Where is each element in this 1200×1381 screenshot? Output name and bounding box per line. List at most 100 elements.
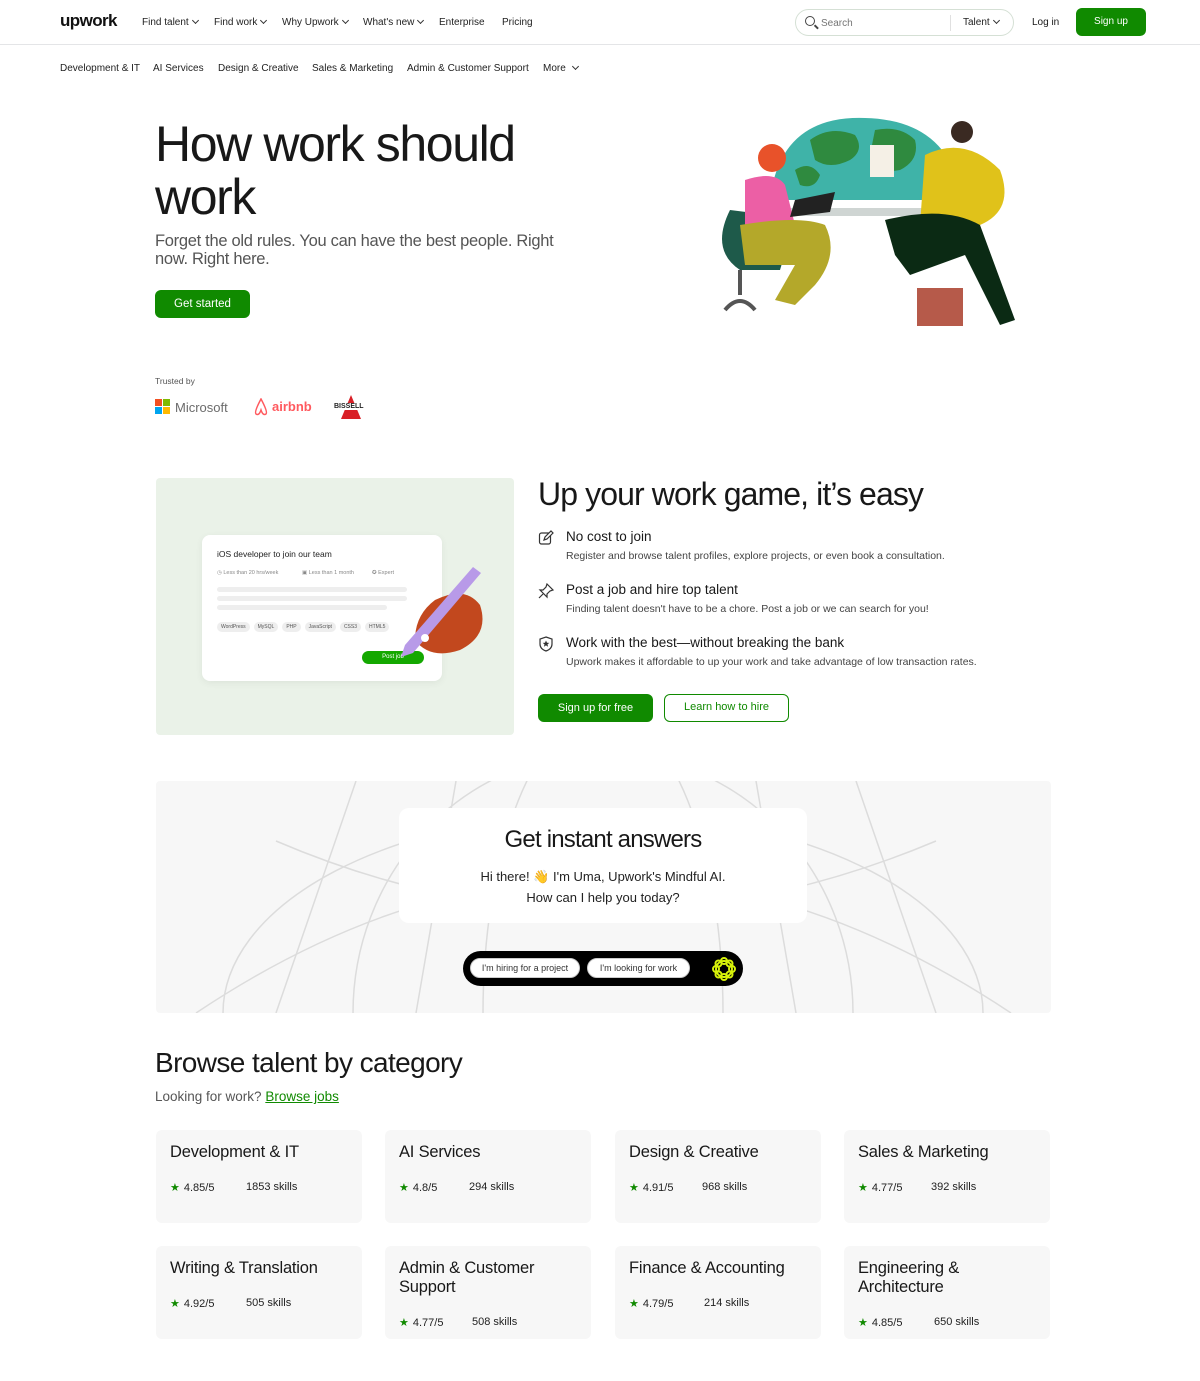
airbnb-logo-icon (254, 398, 268, 416)
chevron-down-icon (191, 16, 199, 25)
nav-find-work[interactable]: Find work (214, 16, 268, 28)
category-card-sales-marketing[interactable]: Sales & Marketing ★ 4.77/5 392 skills (844, 1130, 1050, 1223)
category-rating: ★ 4.85/5 (170, 1182, 215, 1194)
easy-section-title: Up your work game, it’s easy (538, 476, 924, 512)
ai-greeting-line: How can I help you today? (526, 890, 680, 905)
search-input[interactable] (821, 15, 941, 31)
category-card-finance-accounting[interactable]: Finance & Accounting ★ 4.79/5 214 skills (615, 1246, 821, 1339)
subnav-design-creative[interactable]: Design & Creative (218, 63, 299, 74)
star-icon: ★ (858, 1182, 868, 1194)
category-name: Design & Creative (629, 1143, 759, 1161)
category-name: Finance & Accounting (629, 1259, 785, 1277)
category-rating: ★ 4.77/5 (399, 1317, 444, 1329)
chip-looking-for-work[interactable]: I'm looking for work (587, 958, 690, 978)
microsoft-logo-icon (155, 399, 171, 415)
chevron-down-icon (992, 16, 1000, 25)
nav-why-upwork[interactable]: Why Upwork (282, 16, 349, 28)
skill-tag: JavaScript (304, 622, 336, 632)
search-bar: Talent (795, 9, 1014, 36)
category-skills: 392 skills (931, 1181, 977, 1193)
nav-label: Why Upwork (282, 17, 339, 28)
pin-icon (538, 583, 554, 599)
search-scope-select[interactable]: Talent (963, 16, 1000, 28)
learn-how-to-hire-button[interactable]: Learn how to hire (664, 694, 789, 722)
category-card-ai-services[interactable]: AI Services ★ 4.8/5 294 skills (385, 1130, 591, 1223)
chevron-down-icon (260, 16, 268, 25)
nav-enterprise[interactable]: Enterprise (439, 17, 485, 28)
man-head-shape (951, 121, 973, 143)
category-card-design-creative[interactable]: Design & Creative ★ 4.91/5 968 skills (615, 1130, 821, 1223)
category-skills: 650 skills (934, 1316, 980, 1328)
browse-subtitle-text: Looking for work? (155, 1089, 262, 1104)
nav-pricing[interactable]: Pricing (502, 17, 533, 28)
uma-ai-icon[interactable] (711, 956, 737, 982)
browse-jobs-link[interactable]: Browse jobs (265, 1089, 339, 1104)
category-name: Writing & Translation (170, 1259, 318, 1277)
star-icon: ★ (170, 1298, 180, 1310)
trusted-by-label: Trusted by (155, 376, 195, 386)
placeholder-line (217, 587, 407, 592)
category-skills: 294 skills (469, 1181, 515, 1193)
star-icon: ★ (170, 1182, 180, 1194)
feature-title: No cost to join (566, 529, 652, 544)
job-card-title: iOS developer to join our team (217, 549, 332, 559)
category-rating: ★ 4.92/5 (170, 1298, 215, 1310)
category-skills: 1853 skills (246, 1181, 298, 1193)
skill-tag: WordPress (217, 622, 250, 632)
job-card-meta-level: ✪ Expert (372, 570, 395, 576)
hero-illustration (722, 117, 1015, 326)
job-card-tags: WordPress MySQL PHP JavaScript CSS3 HTML… (217, 622, 390, 632)
woman-pants-shape (740, 220, 831, 305)
edit-icon (538, 530, 554, 545)
category-card-admin-support[interactable]: Admin & Customer Support ★ 4.77/5 508 ski… (385, 1246, 591, 1339)
star-icon: ★ (858, 1317, 868, 1329)
card-shape (870, 145, 894, 177)
chevron-down-icon (417, 16, 425, 25)
hero-subtitle: Forget the old rules. You can have the b… (155, 232, 554, 268)
feature-title: Work with the best—without breaking the … (566, 635, 845, 650)
job-card-meta-hours: ◷ Less than 20 hrs/week (217, 570, 279, 576)
skill-tag: PHP (282, 622, 301, 632)
ai-greeting-card: Get instant answers Hi there! 👋 I'm Uma,… (399, 808, 807, 923)
subnav-development-it[interactable]: Development & IT (60, 63, 140, 74)
category-card-engineering-architecture[interactable]: Engineering & Architecture ★ 4.85/5 650 s… (844, 1246, 1050, 1339)
microsoft-logo: Microsoft (175, 400, 228, 415)
category-skills: 508 skills (472, 1316, 518, 1328)
skill-tag: MySQL (253, 622, 279, 632)
subnav-admin-support[interactable]: Admin & Customer Support (407, 63, 529, 74)
ai-greeting-text: Hi there! 👋 I'm Uma, Upwork's Mindful AI… (399, 866, 807, 908)
woman-hair-shape (758, 144, 786, 172)
login-link[interactable]: Log in (1032, 17, 1059, 28)
category-rating: ★ 4.77/5 (858, 1182, 903, 1194)
nav-whats-new[interactable]: What's new (363, 16, 425, 28)
bissell-logo: BISSELL (333, 403, 365, 410)
star-icon: ★ (629, 1182, 639, 1194)
category-rating: ★ 4.91/5 (629, 1182, 674, 1194)
shield-star-icon (539, 636, 553, 652)
subnav-ai-services[interactable]: AI Services (153, 63, 204, 74)
subnav-more-label: More (543, 63, 566, 74)
man-shirt-shape (920, 147, 1005, 225)
chevron-down-icon (571, 62, 579, 71)
search-scope-label: Talent (963, 17, 990, 28)
category-name: Engineering & Architecture (858, 1259, 960, 1296)
category-rating: ★ 4.85/5 (858, 1317, 903, 1329)
category-rating: ★ 4.8/5 (399, 1182, 438, 1194)
subnav-sales-marketing[interactable]: Sales & Marketing (312, 63, 393, 74)
nav-label: Find work (214, 17, 258, 28)
category-card-writing-translation[interactable]: Writing & Translation ★ 4.92/5 505 skills (156, 1246, 362, 1339)
get-started-button[interactable]: Get started (155, 290, 250, 318)
category-card-development-it[interactable]: Development & IT ★ 4.85/5 1853 skills (156, 1130, 362, 1223)
category-name: Admin & Customer Support (399, 1259, 535, 1296)
feature-description: Finding talent doesn't have to be a chor… (566, 603, 929, 615)
sign-up-free-button[interactable]: Sign up for free (538, 694, 653, 722)
star-icon: ★ (399, 1182, 409, 1194)
hand-pen-illustration (401, 567, 483, 657)
browse-title: Browse talent by category (155, 1047, 463, 1078)
signup-button[interactable]: Sign up (1076, 8, 1146, 36)
chip-hiring[interactable]: I'm hiring for a project (470, 958, 580, 978)
nav-find-talent[interactable]: Find talent (142, 16, 199, 28)
chevron-down-icon (341, 16, 349, 25)
subnav-more[interactable]: More (543, 62, 579, 74)
upwork-logo[interactable]: upwork (60, 11, 117, 31)
